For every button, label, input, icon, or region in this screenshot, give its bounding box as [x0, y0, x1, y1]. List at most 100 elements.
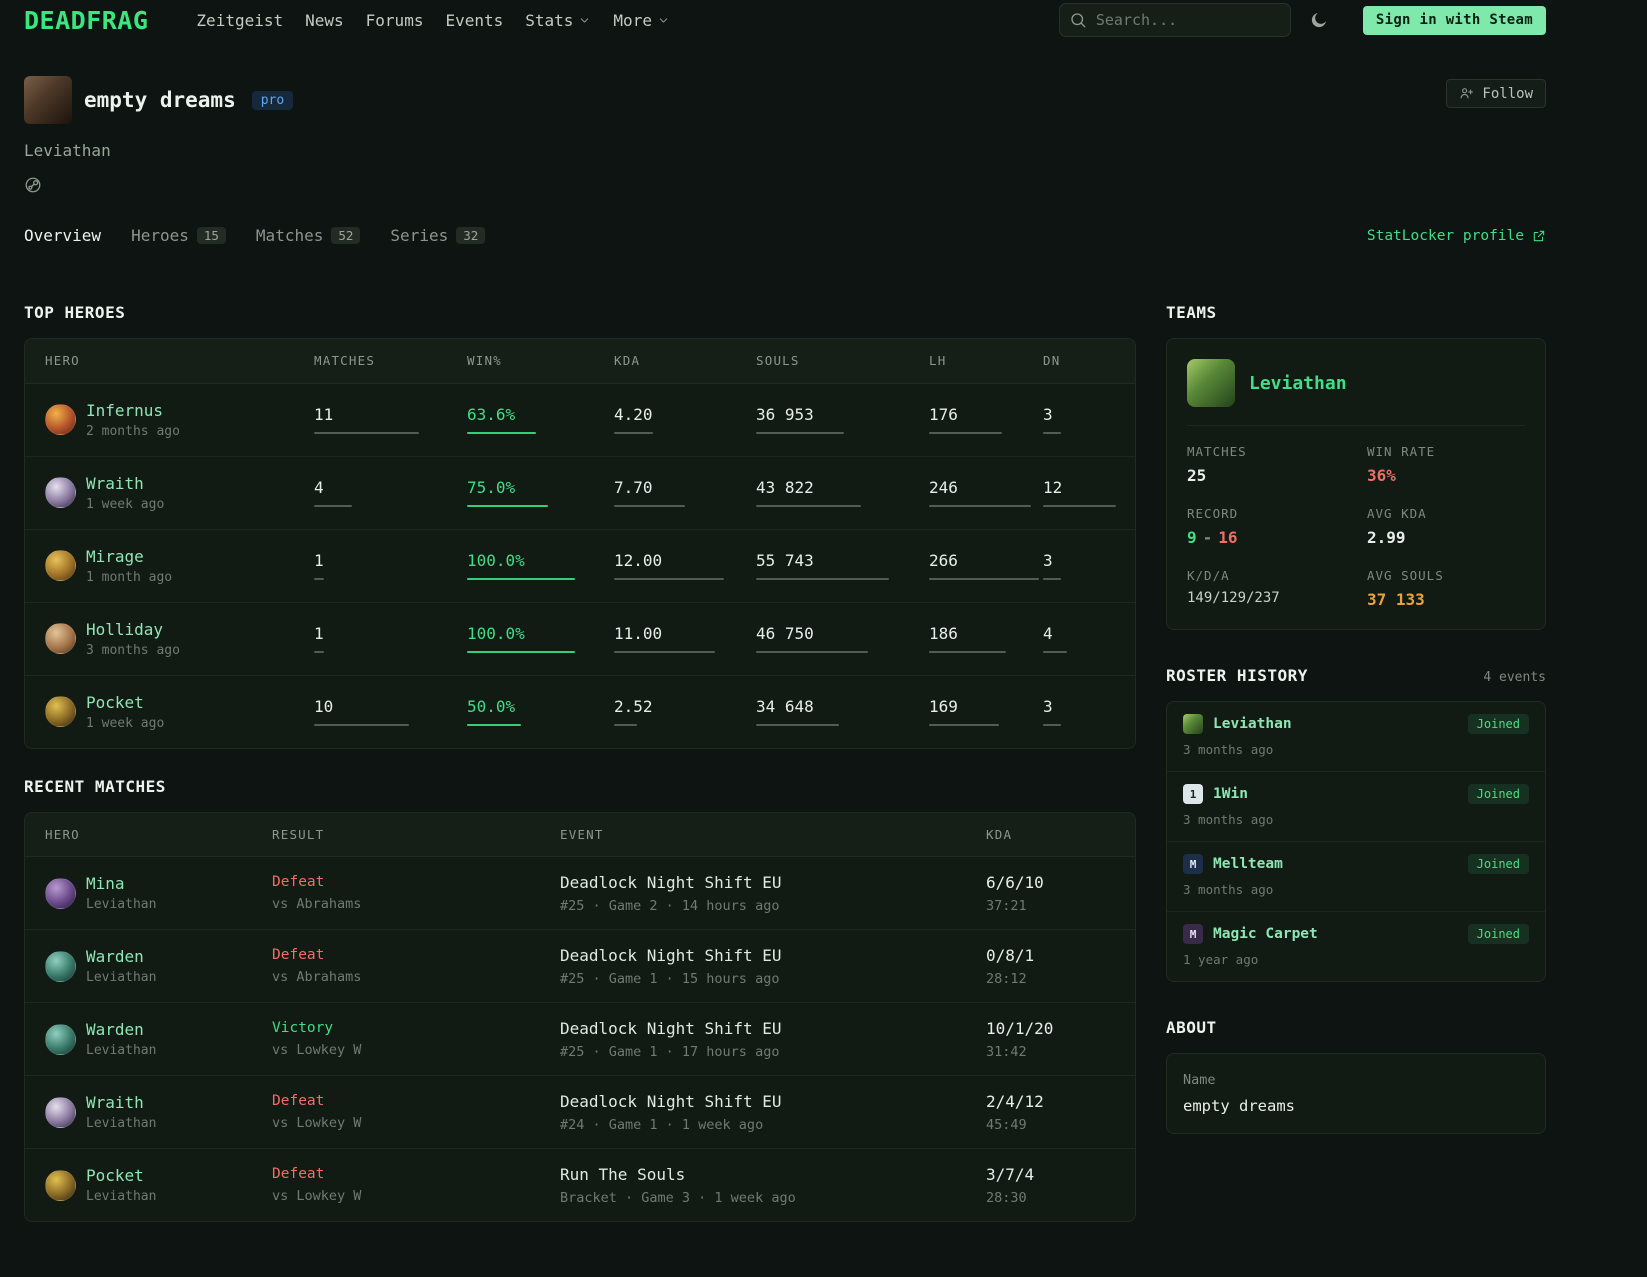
search-box [1058, 3, 1291, 37]
steam-profile-link[interactable] [24, 176, 42, 194]
table-row[interactable]: Mina Leviathan Defeat vs Abrahams Deadlock… [25, 857, 1135, 930]
souls-bar [756, 651, 868, 653]
chevron-down-icon [659, 17, 668, 23]
follow-button[interactable]: Follow [1446, 79, 1546, 108]
nav-link-events[interactable]: Events [445, 11, 503, 30]
table-row[interactable]: Warden Leviathan Victory vs Lowkey W Deadl… [25, 1003, 1135, 1076]
roster-history-card: Leviathan Joined 3 months ago 1 1Win Joi… [1166, 701, 1546, 982]
kda-bar [614, 432, 653, 434]
recent-matches-table: HERO RESULT EVENT KDA Mina Leviathan Defe… [25, 812, 1135, 1222]
roster-time: 3 months ago [1183, 742, 1274, 757]
top-heroes-card: HERO MATCHES WIN% KDA SOULS LH DN Infern… [24, 338, 1136, 749]
theme-toggle[interactable] [1309, 10, 1329, 30]
match-duration: 31:42 [986, 1043, 1027, 1060]
lh-bar [929, 651, 1006, 653]
winrate-bar [467, 651, 575, 653]
stat-record: RECORD 9-16 [1187, 506, 1239, 547]
table-row[interactable]: Holliday 3 months ago 1 100.0% 11.00 46 7… [25, 602, 1135, 675]
nav-link-stats[interactable]: Stats [525, 11, 591, 30]
roster-item[interactable]: 1 1Win Joined 3 months ago [1167, 772, 1545, 842]
table-row[interactable]: Wraith 1 week ago 4 75.0% 7.70 43 822 246… [25, 456, 1135, 529]
table-row[interactable]: Mirage 1 month ago 1 100.0% 12.00 55 743 … [25, 529, 1135, 602]
souls-value: 55 743 [756, 551, 814, 570]
profile-header: empty dreams pro Leviathan Follow [24, 76, 1546, 194]
roster-history-title: ROSTER HISTORY [1166, 666, 1308, 685]
tab-overview[interactable]: Overview [24, 226, 101, 245]
follow-user-icon [1461, 88, 1474, 99]
steam-icon [25, 177, 41, 193]
col-souls: SOULS [756, 339, 929, 384]
dn-value: 4 [1043, 624, 1053, 643]
roster-events-count: 4 events [1483, 670, 1546, 685]
match-result: Defeat [272, 1093, 325, 1109]
stat-matches: MATCHES 25 [1187, 444, 1247, 485]
stat-kda: K/D/A 149/129/237 [1187, 568, 1280, 606]
hero-name: Infernus [86, 400, 164, 420]
brand-logo[interactable]: DEADFRAG [24, 6, 148, 35]
table-row[interactable]: Pocket 1 week ago 10 50.0% 2.52 34 648 16… [25, 675, 1135, 748]
table-row[interactable]: Pocket Leviathan Defeat vs Lowkey W Run Th… [25, 1149, 1135, 1222]
hero-name: Wraith [86, 1093, 144, 1112]
dn-bar [1043, 651, 1068, 653]
statlocker-profile-link[interactable]: StatLocker profile [1367, 228, 1546, 244]
table-row[interactable]: Wraith Leviathan Defeat vs Lowkey W Deadlo… [25, 1076, 1135, 1149]
hero-team: Leviathan [86, 970, 157, 985]
roster-team-name: Leviathan [1213, 716, 1292, 732]
col-dn: DN [1043, 339, 1135, 384]
match-result: Victory [272, 1020, 334, 1036]
winrate-bar [467, 432, 536, 434]
hero-team: Leviathan [86, 1043, 157, 1058]
winrate-bar [467, 578, 575, 580]
signin-steam-button[interactable]: Sign in with Steam [1362, 5, 1546, 35]
nav-link-news[interactable]: News [305, 11, 344, 30]
hero-icon [45, 1169, 76, 1201]
hero-icon [45, 404, 76, 435]
table-header-row: HERO RESULT EVENT KDA [25, 812, 1135, 857]
stat-avg-souls: AVG SOULS 37 133 [1367, 568, 1444, 609]
match-duration: 28:12 [986, 970, 1027, 987]
dn-value: 12 [1043, 478, 1063, 497]
lh-value: 246 [929, 478, 958, 497]
event-details: Bracket · Game 3 · 1 week ago [560, 1189, 796, 1206]
roster-item[interactable]: M Mellteam Joined 3 months ago [1167, 842, 1545, 912]
team-icon [1183, 714, 1203, 734]
kda-value: 4.20 [614, 405, 653, 424]
dn-bar [1043, 578, 1062, 580]
tab-series[interactable]: Series 32 [390, 226, 486, 245]
about-name-label: Name [1183, 1072, 1216, 1088]
team-name-link[interactable]: Leviathan [1249, 373, 1347, 394]
nav-link-forums[interactable]: Forums [366, 11, 424, 30]
hero-name: Mina [86, 874, 125, 893]
winrate-value: 100.0% [467, 624, 525, 643]
match-opponent: vs Lowkey W [272, 1115, 362, 1131]
profile-tabs: Overview Heroes 15 Matches 52 Series 32 Sta… [24, 226, 1546, 245]
player-avatar [24, 76, 72, 124]
match-kda: 0/8/1 [986, 945, 1035, 965]
joined-badge: Joined [1467, 924, 1529, 944]
tab-count-badge: 52 [331, 227, 361, 244]
tab-matches[interactable]: Matches 52 [256, 226, 361, 245]
external-link-icon [1533, 230, 1545, 241]
nav-link-zeitgeist[interactable]: Zeitgeist [196, 11, 283, 30]
player-team-link[interactable]: Leviathan [24, 141, 1446, 160]
lh-value: 176 [929, 405, 958, 424]
nav-link-more[interactable]: More [613, 11, 670, 30]
col-lh: LH [929, 339, 1043, 384]
matches-bar [314, 651, 324, 653]
roster-item[interactable]: M Magic Carpet Joined 1 year ago [1167, 912, 1545, 981]
dn-value: 3 [1043, 697, 1053, 716]
search-input[interactable] [1058, 3, 1291, 37]
team-stats: MATCHES 25 WIN RATE 36% RECORD 9-16 AVG … [1187, 426, 1525, 609]
table-row[interactable]: Infernus 2 months ago 11 63.6% 4.20 36 95… [25, 383, 1135, 456]
roster-item[interactable]: Leviathan Joined 3 months ago [1167, 702, 1545, 772]
hero-name: Pocket [86, 1166, 144, 1185]
table-row[interactable]: Warden Leviathan Defeat vs Abrahams Deadlo… [25, 930, 1135, 1003]
kda-bar [614, 651, 715, 653]
tab-heroes[interactable]: Heroes 15 [131, 226, 226, 245]
hero-icon [45, 1096, 76, 1128]
match-kda: 10/1/20 [986, 1018, 1054, 1038]
chevron-down-icon [581, 17, 589, 23]
souls-bar [756, 578, 889, 580]
match-kda: 3/7/4 [986, 1164, 1035, 1184]
stat-avg-kda: AVG KDA 2.99 [1367, 506, 1427, 547]
